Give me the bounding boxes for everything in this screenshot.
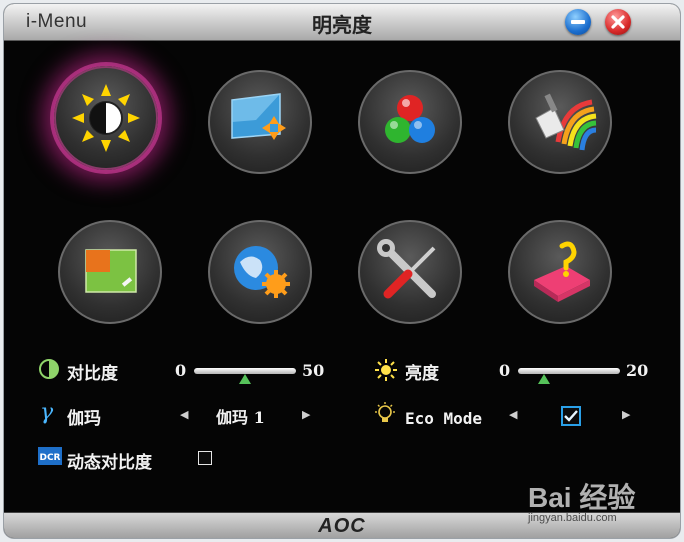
gamma-value: 伽玛 1 [216,408,265,427]
dcr-icon: DCR [38,447,62,465]
wrench-screwdriver-icon [377,239,436,299]
imenu-window: i-Menu 明亮度 对比度 0 50 亮度 0 20 γ 伽玛 ◀ 伽玛 1 … [4,4,680,538]
eraser-exit-icon [534,241,590,302]
sun-contrast-icon [72,84,140,152]
brightness-slider[interactable] [518,368,620,374]
minimize-icon [571,20,585,24]
luminance-button[interactable] [54,66,158,170]
watermark-text: Bai 经验 [528,482,636,513]
contrast-label: 对比度 [67,364,118,384]
eco-bulb-icon [375,402,395,422]
dcr-label: 动态对比度 [67,453,152,473]
screen-window-icon [85,249,137,293]
brightness-min: 0 [499,361,511,380]
picture-boost-button[interactable] [508,70,612,174]
exit-button[interactable] [508,220,612,324]
contrast-slider-thumb[interactable] [239,374,251,384]
minimize-button[interactable] [565,9,591,35]
contrast-icon [39,359,59,379]
eco-prev-arrow[interactable]: ◀ [509,408,517,421]
eco-mode-label: Eco Mode [405,409,483,428]
contrast-max: 50 [302,361,325,380]
brightness-icon [375,359,397,381]
dcr-checkbox[interactable] [198,451,212,465]
gamma-icon: γ [40,400,54,425]
paint-rainbow-icon [535,93,597,151]
gamma-next-arrow[interactable]: ▶ [302,408,310,421]
gamma-label: 伽玛 [67,409,101,429]
watermark-url: jingyan.baidu.com [528,512,617,524]
brightness-slider-thumb[interactable] [537,374,550,384]
contrast-min: 0 [175,361,187,380]
brightness-max: 20 [626,361,649,380]
close-icon [611,15,625,29]
svg-text:DCR: DCR [39,453,60,463]
globe-gear-icon [234,246,290,298]
eco-next-arrow[interactable]: ▶ [622,408,630,421]
close-button[interactable] [605,9,631,35]
eco-mode-checkbox[interactable] [561,406,581,426]
image-setup-button[interactable] [208,70,312,174]
picture-move-icon [231,93,286,140]
extra-button[interactable] [208,220,312,324]
brightness-label: 亮度 [405,364,439,384]
title-bar[interactable]: i-Menu 明亮度 [4,4,680,41]
rgb-balls-icon [385,95,435,143]
gamma-prev-arrow[interactable]: ◀ [180,408,188,421]
checkmark-icon [564,410,578,422]
osd-setup-button[interactable] [58,220,162,324]
color-setup-button[interactable] [358,70,462,174]
baidu-watermark: Bai 经验 jingyan.baidu.com [528,472,678,532]
tools-button[interactable] [358,220,462,324]
